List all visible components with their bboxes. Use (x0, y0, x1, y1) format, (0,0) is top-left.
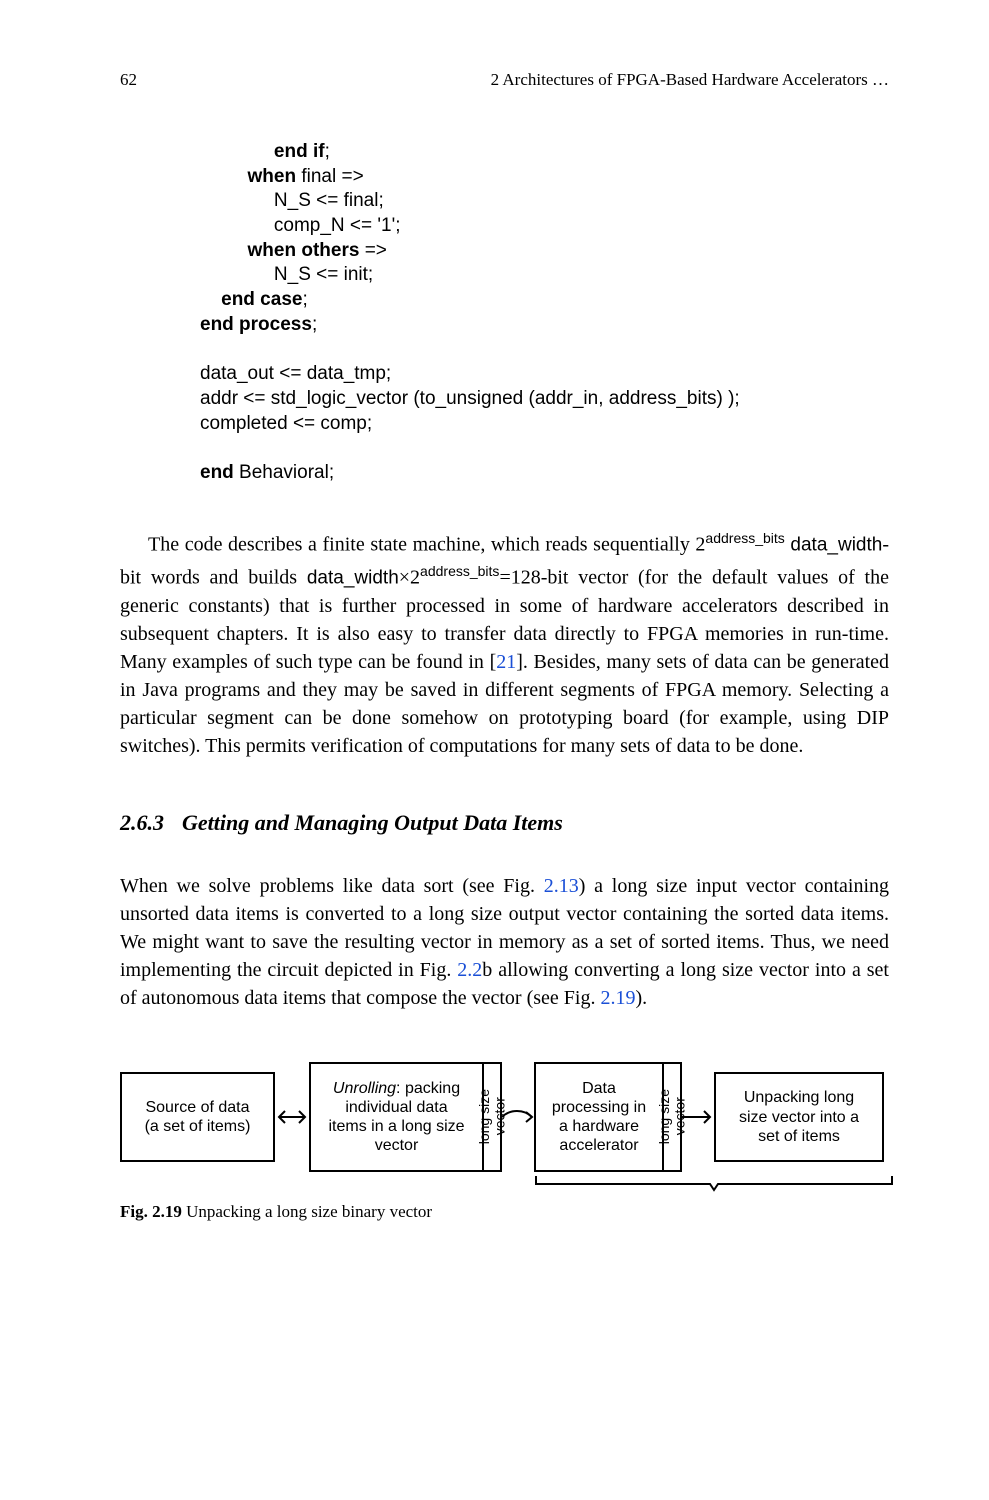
code-text: ; (325, 141, 330, 162)
code-text: N_S <= init; (274, 264, 373, 285)
text: : packing (396, 1080, 460, 1097)
double-arrow-icon (275, 1105, 309, 1129)
code-text: completed <= comp; (200, 413, 372, 434)
vertical-label: long sizevector (477, 1087, 508, 1146)
caption-label: Fig. 2.19 (120, 1202, 182, 1221)
code-inline: data_width (307, 568, 399, 589)
diagram: Source of data (a set of items) Unrollin… (120, 1062, 889, 1172)
code-text: final => (296, 166, 364, 187)
paragraph-1: The code describes a finite state machin… (120, 526, 889, 761)
code-listing: end if; when final => N_S <= final; comp… (200, 140, 889, 486)
diagram-box-unrolling: Unrolling: packing individual data items… (309, 1062, 484, 1172)
code-text: comp_N <= '1'; (274, 215, 401, 236)
box-text: individual data (345, 1098, 447, 1117)
text: long size (656, 1089, 672, 1144)
code-text: ; (302, 289, 307, 310)
figure-ref[interactable]: 2.13 (544, 875, 579, 897)
text: When we solve problems like data sort (s… (120, 875, 544, 897)
box-text: Source of data (145, 1098, 249, 1117)
text: vector (671, 1098, 687, 1136)
box-text: processing in (552, 1098, 646, 1117)
code-text: Behavioral; (234, 462, 334, 483)
box-text: accelerator (559, 1136, 638, 1155)
bracket-group: Data processing in a hardware accelerato… (534, 1062, 884, 1172)
text: ×2 (399, 567, 420, 589)
code-text: N_S <= final; (274, 190, 384, 211)
code-keyword: end if (274, 141, 325, 162)
under-bracket-icon (534, 1174, 894, 1192)
code-inline: data_width (790, 534, 882, 555)
code-keyword: end case (221, 289, 302, 310)
code-text: ; (312, 314, 317, 335)
box-text: a hardware (559, 1117, 639, 1136)
box-text: Unpacking long (744, 1088, 854, 1107)
long-size-vector-label: long sizevector (664, 1062, 682, 1172)
running-title: 2 Architectures of FPGA-Based Hardware A… (491, 70, 889, 90)
paragraph-2: When we solve problems like data sort (s… (120, 872, 889, 1012)
box-text: set of items (758, 1127, 840, 1146)
box-text: items in a long size (328, 1117, 464, 1136)
diagram-box-source: Source of data (a set of items) (120, 1072, 275, 1162)
page-number: 62 (120, 70, 137, 90)
box-text: size vector into a (739, 1108, 859, 1127)
box-text: Data (582, 1079, 616, 1098)
text: ). (635, 987, 647, 1009)
code-keyword: end (200, 462, 234, 483)
text: vector (491, 1098, 507, 1136)
text: long size (476, 1089, 492, 1144)
superscript: address_bits (705, 530, 784, 546)
italic-text: Unrolling (333, 1080, 396, 1097)
diagram-box-processing: Data processing in a hardware accelerato… (534, 1062, 664, 1172)
box-text: vector (375, 1136, 419, 1155)
text: The code describes a finite state machin… (148, 533, 705, 555)
figure-ref[interactable]: 2.2 (457, 959, 482, 981)
figure-2-19: Source of data (a set of items) Unrollin… (120, 1062, 889, 1222)
box-text: Unrolling: packing (333, 1079, 460, 1098)
section-title: Getting and Managing Output Data Items (182, 810, 563, 835)
diagram-box-unpacking: Unpacking long size vector into a set of… (714, 1072, 884, 1162)
caption-text: Unpacking a long size binary vector (182, 1202, 432, 1221)
figure-caption: Fig. 2.19 Unpacking a long size binary v… (120, 1202, 889, 1222)
code-keyword: end process (200, 314, 312, 335)
code-text: => (359, 240, 386, 261)
code-text: data_out <= data_tmp; (200, 363, 391, 384)
section-number: 2.6.3 (120, 810, 164, 835)
code-text: addr <= std_logic_vector (to_unsigned (a… (200, 388, 740, 409)
figure-ref[interactable]: 2.19 (600, 987, 635, 1009)
citation-link[interactable]: 21 (496, 651, 516, 673)
code-keyword: when (248, 166, 297, 187)
superscript: address_bits (420, 563, 499, 579)
long-size-vector-label: long sizevector (484, 1062, 502, 1172)
box-text: (a set of items) (145, 1117, 251, 1136)
section-heading: 2.6.3 Getting and Managing Output Data It… (120, 810, 889, 836)
page: 62 2 Architectures of FPGA-Based Hardwar… (0, 0, 989, 1332)
vertical-label: long sizevector (657, 1087, 688, 1146)
page-header: 62 2 Architectures of FPGA-Based Hardwar… (120, 70, 889, 90)
code-keyword: when others (248, 240, 360, 261)
